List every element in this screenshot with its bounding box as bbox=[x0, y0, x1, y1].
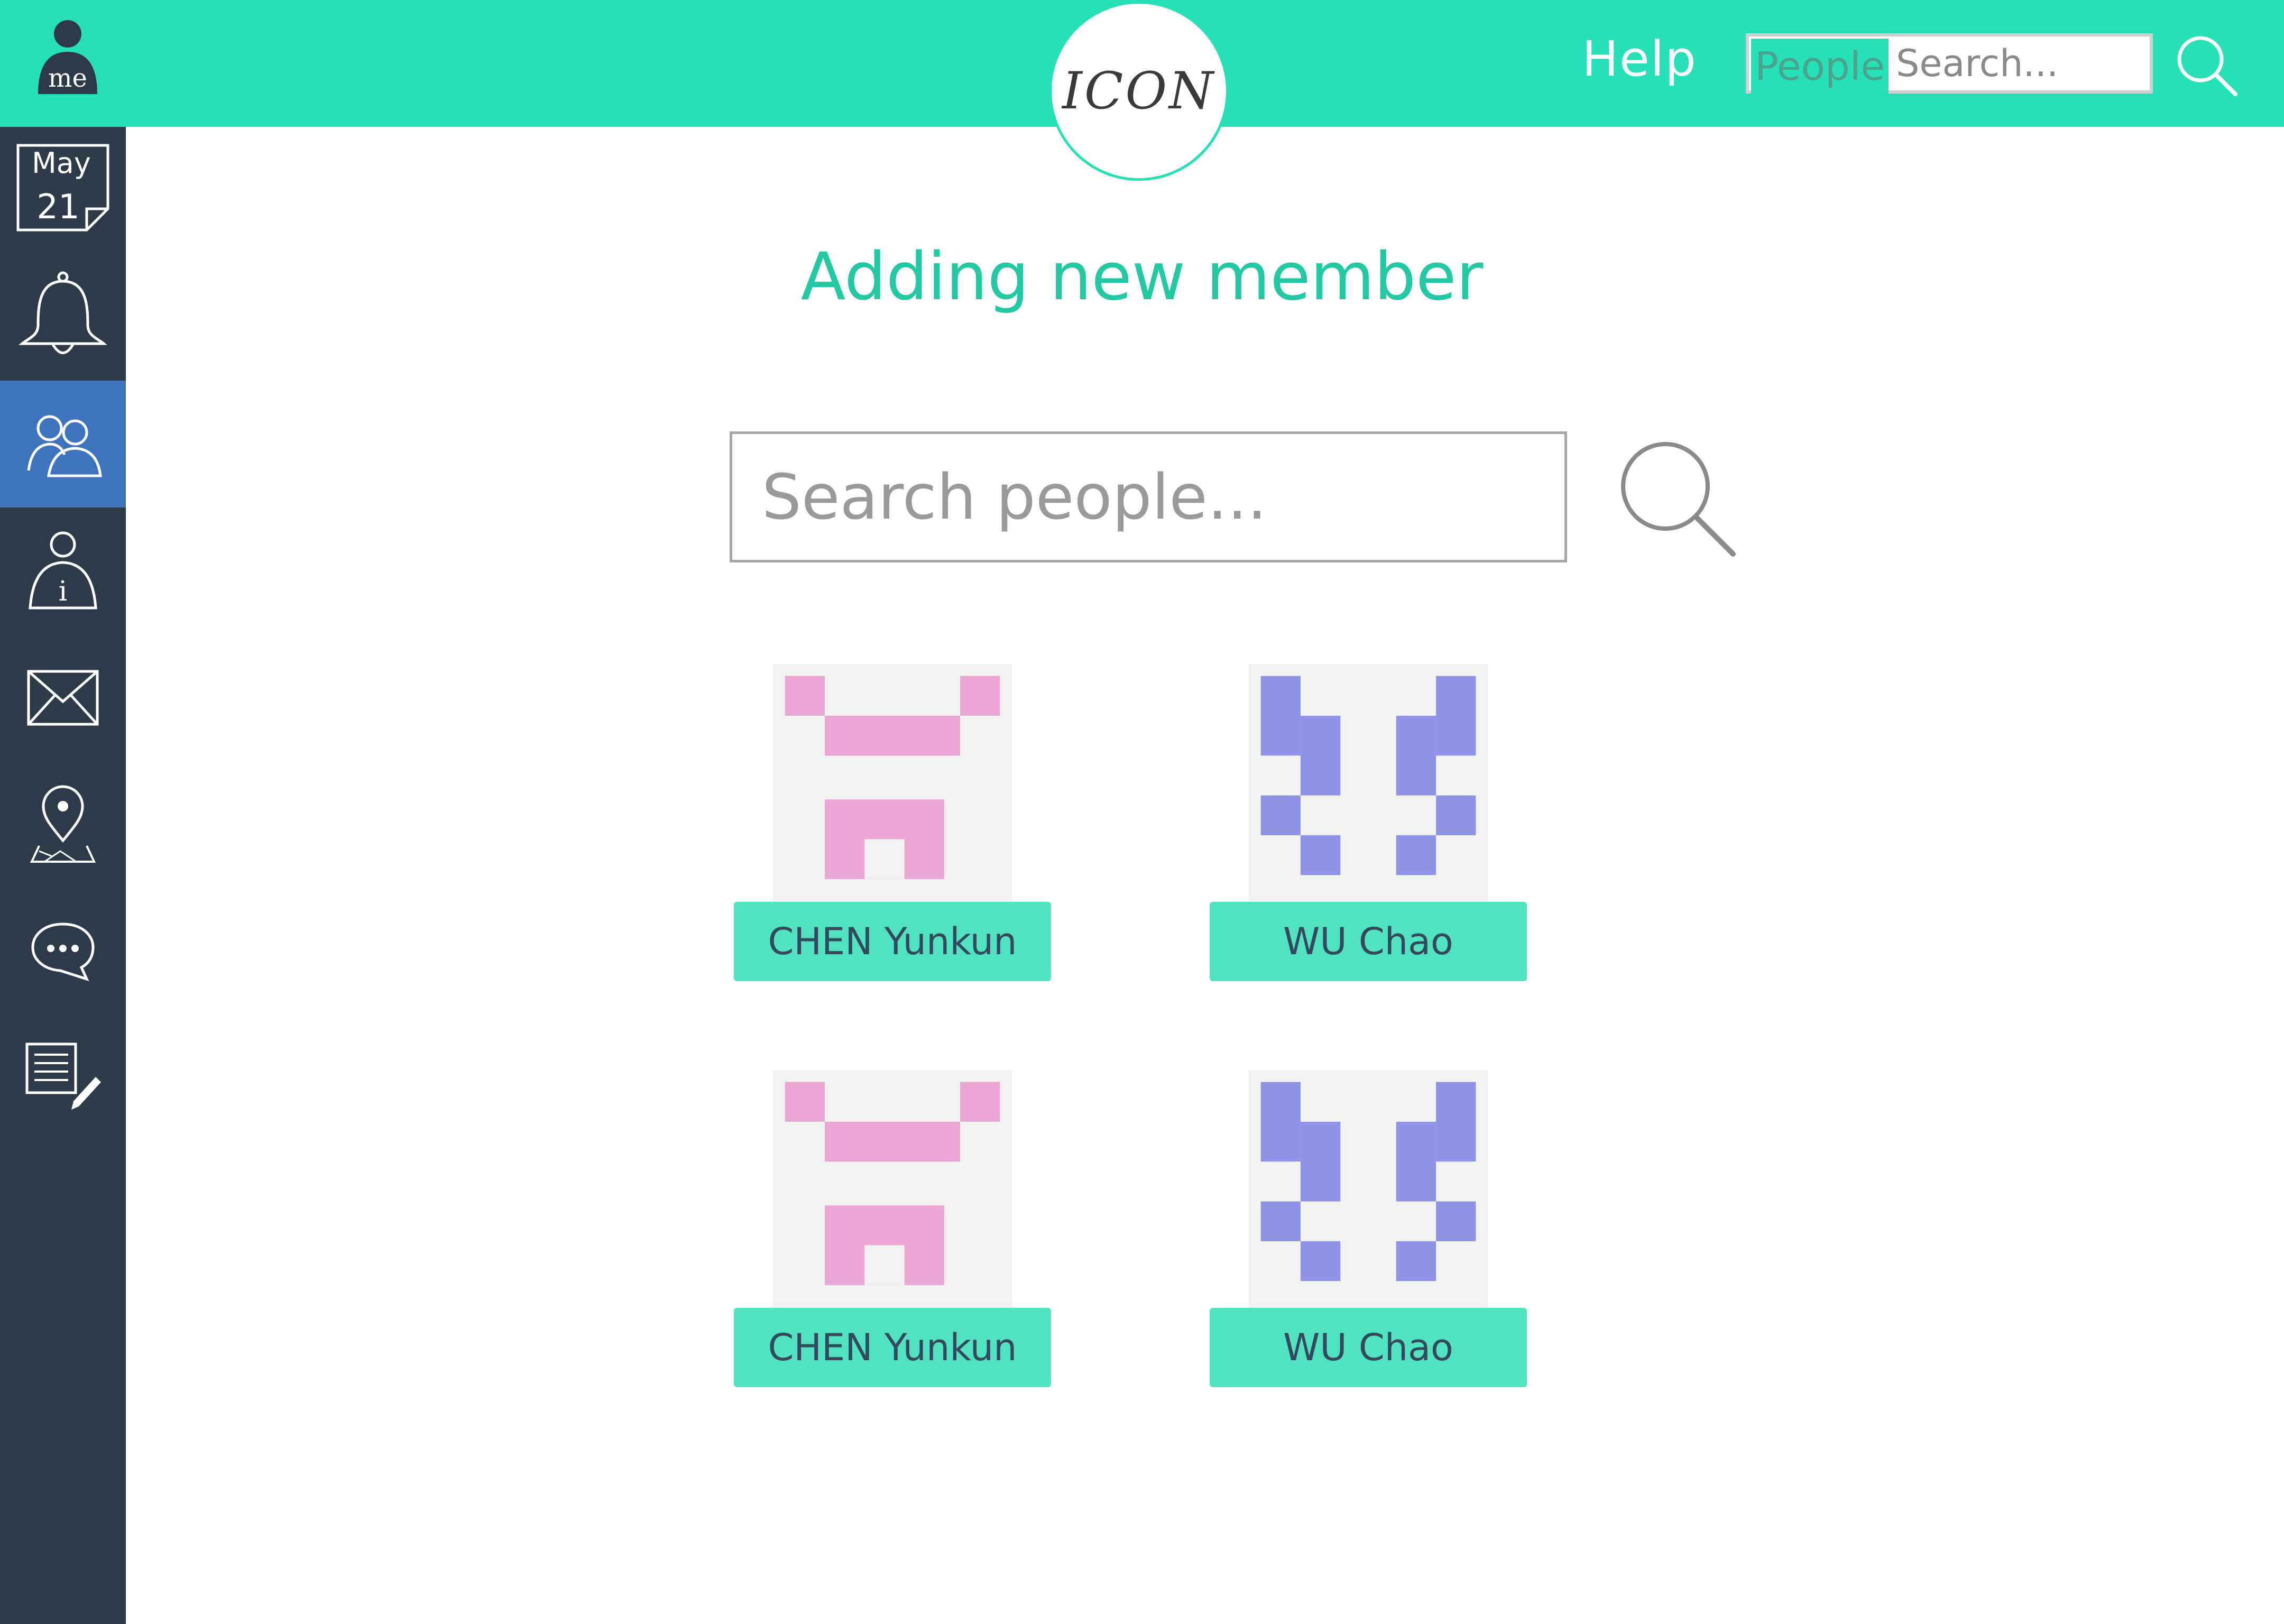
people-search-box bbox=[730, 431, 1567, 562]
chat-icon bbox=[31, 922, 95, 982]
notes-edit-icon bbox=[25, 1042, 101, 1110]
sidebar-item-notes[interactable] bbox=[0, 1015, 126, 1142]
svg-text:i: i bbox=[59, 576, 68, 607]
member-name-button[interactable]: CHEN Yunkun bbox=[734, 902, 1051, 981]
page-title: Adding new member bbox=[800, 239, 1484, 315]
member-card[interactable]: CHEN Yunkun bbox=[734, 664, 1051, 992]
calendar-day: 21 bbox=[36, 188, 79, 227]
calendar-month: May bbox=[32, 146, 91, 180]
sidebar-item-mail[interactable] bbox=[0, 634, 126, 761]
person-info-icon: i bbox=[29, 531, 97, 610]
member-name-button[interactable]: WU Chao bbox=[1210, 1308, 1527, 1387]
calendar-icon: May 21 bbox=[16, 144, 109, 232]
avatar-label: me bbox=[48, 63, 87, 93]
member-card[interactable]: WU Chao bbox=[1210, 1070, 1527, 1398]
sidebar: May 21 i bbox=[0, 127, 126, 1624]
search-icon bbox=[2177, 36, 2237, 96]
identicon-avatar bbox=[1249, 1070, 1488, 1309]
member-card[interactable]: CHEN Yunkun bbox=[734, 1070, 1051, 1398]
mail-icon bbox=[27, 670, 99, 726]
header-search-input[interactable] bbox=[1891, 36, 2150, 90]
app-logo[interactable]: ICON bbox=[1049, 1, 1229, 181]
member-name-button[interactable]: CHEN Yunkun bbox=[734, 1308, 1051, 1387]
logo-text: ICON bbox=[1062, 61, 1216, 121]
header-search-button[interactable] bbox=[2173, 32, 2242, 100]
people-search-button[interactable] bbox=[1613, 439, 1745, 571]
sidebar-item-calendar[interactable]: May 21 bbox=[0, 127, 126, 254]
identicon-avatar bbox=[773, 664, 1012, 903]
help-link[interactable]: Help bbox=[1582, 31, 1697, 87]
sidebar-item-chat[interactable] bbox=[0, 888, 126, 1015]
search-scope-button[interactable]: People bbox=[1751, 39, 1889, 95]
my-profile-avatar[interactable]: me bbox=[33, 15, 103, 99]
search-icon bbox=[1621, 442, 1736, 557]
identicon-avatar bbox=[1249, 664, 1488, 903]
member-name-button[interactable]: WU Chao bbox=[1210, 902, 1527, 981]
people-search-input[interactable] bbox=[732, 434, 1564, 560]
people-icon bbox=[27, 415, 102, 477]
header-search-bar: People bbox=[1746, 33, 2153, 95]
sidebar-item-profile-info[interactable]: i bbox=[0, 508, 126, 634]
identicon-avatar bbox=[773, 1070, 1012, 1309]
map-pin-icon bbox=[30, 785, 96, 863]
member-card[interactable]: WU Chao bbox=[1210, 664, 1527, 992]
user-icon: me bbox=[38, 20, 97, 94]
sidebar-item-people[interactable] bbox=[0, 381, 126, 508]
sidebar-item-map[interactable] bbox=[0, 761, 126, 888]
